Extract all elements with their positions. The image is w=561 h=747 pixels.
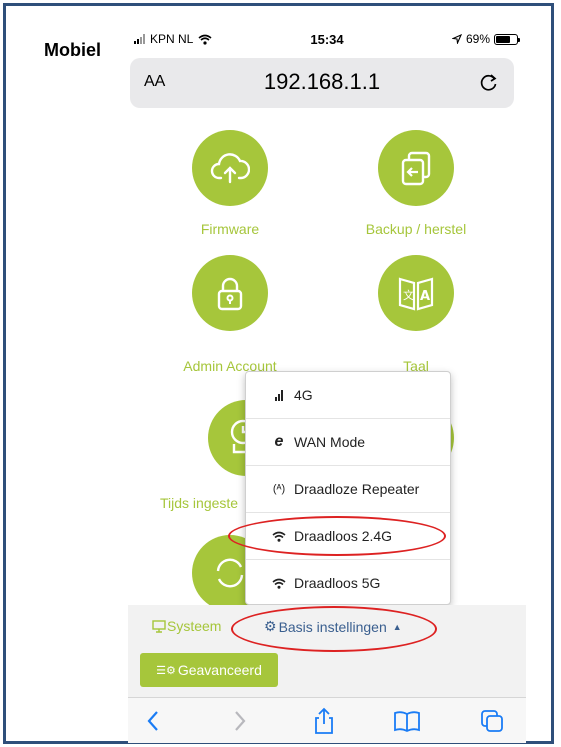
backup-tile[interactable] — [378, 130, 454, 206]
firmware-label[interactable]: Firmware — [150, 221, 310, 237]
refresh-icon — [216, 558, 244, 588]
url-text[interactable]: 192.168.1.1 — [130, 69, 514, 95]
internet-explorer-icon: e — [274, 433, 284, 450]
bookmarks-icon[interactable] — [393, 707, 421, 735]
backup-restore-icon — [401, 151, 431, 186]
lock-icon — [217, 277, 243, 311]
nav-systeem[interactable]: Systeem — [152, 618, 221, 634]
settings-list-icon: ☰⚙ — [156, 664, 176, 677]
menu-item-label: 4G — [294, 387, 313, 403]
share-icon[interactable] — [310, 707, 338, 735]
admin-account-tile[interactable] — [192, 255, 268, 331]
language-tile[interactable]: 文 A — [378, 255, 454, 331]
monitor-icon — [152, 619, 166, 633]
location-arrow-icon — [451, 34, 462, 44]
geavanceerd-button[interactable]: ☰⚙ Geavanceerd — [140, 653, 278, 687]
antenna-icon: (ᴬ) — [272, 483, 286, 495]
menu-item-wan-mode[interactable]: e WAN Mode — [246, 419, 450, 465]
battery-percent: 69% — [465, 32, 490, 46]
address-bar[interactable]: AA 192.168.1.1 — [130, 58, 514, 108]
forward-icon[interactable] — [225, 707, 253, 735]
menu-item-label: Draadloze Repeater — [294, 481, 420, 497]
reload-icon[interactable] — [478, 71, 500, 93]
tabs-icon[interactable] — [478, 707, 506, 735]
menu-item-draadloze-repeater[interactable]: (ᴬ) Draadloze Repeater — [246, 466, 450, 512]
signal-bars-icon — [270, 389, 288, 401]
language-book-icon: 文 A — [398, 277, 434, 311]
svg-text:A: A — [420, 289, 430, 304]
battery-icon — [494, 33, 520, 45]
basis-dropdown-menu: 4G e WAN Mode (ᴬ) Draadloze Repeater Dra… — [245, 371, 451, 605]
firmware-tile[interactable] — [192, 130, 268, 206]
menu-item-4g[interactable]: 4G — [246, 372, 450, 418]
browser-toolbar — [128, 697, 526, 743]
nav-systeem-label: Systeem — [167, 618, 222, 634]
status-bar: KPN NL 15:34 69% — [128, 28, 526, 52]
menu-item-label: Draadloos 5G — [294, 575, 381, 591]
menu-item-draadloos-5g[interactable]: Draadloos 5G — [246, 560, 450, 606]
highlight-ellipse-draadloos — [228, 516, 446, 556]
svg-text:文: 文 — [403, 288, 414, 302]
backup-label[interactable]: Backup / herstel — [336, 221, 496, 237]
back-icon[interactable] — [140, 707, 168, 735]
frame-label: Mobiel — [44, 40, 101, 60]
geavanceerd-label: Geavanceerd — [177, 662, 262, 678]
menu-item-label: WAN Mode — [294, 434, 366, 450]
cloud-upload-icon — [210, 153, 250, 184]
wifi-icon — [270, 578, 288, 589]
highlight-ellipse-basis — [231, 606, 437, 652]
